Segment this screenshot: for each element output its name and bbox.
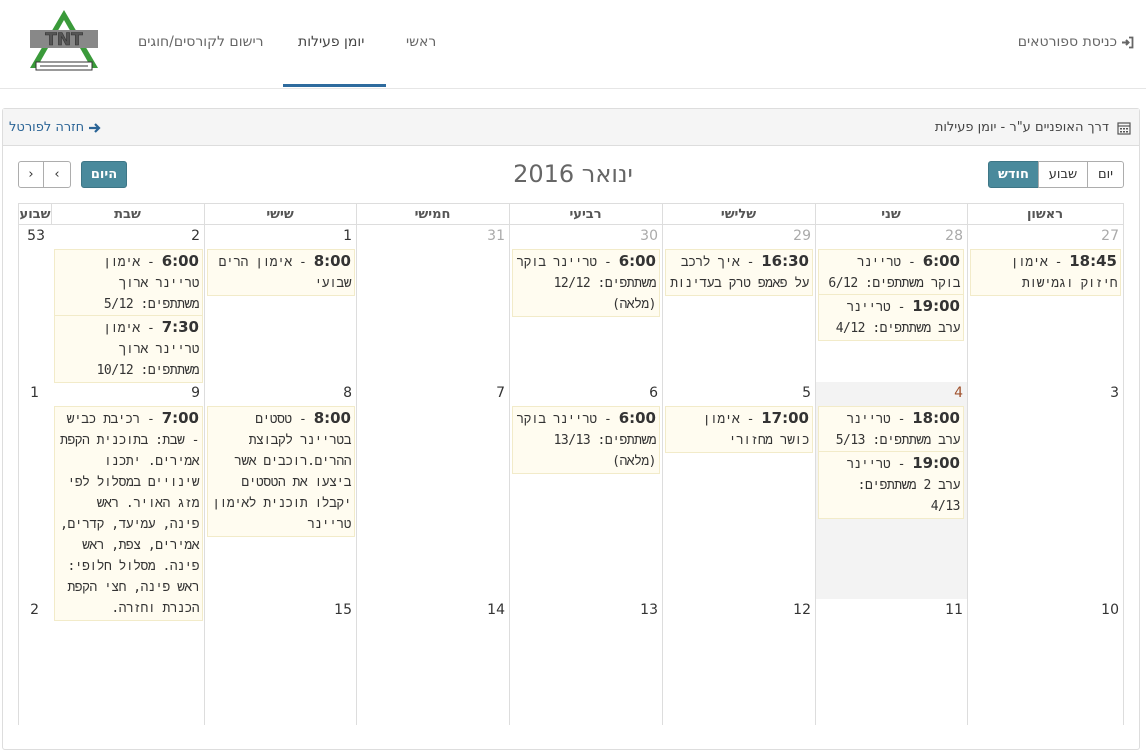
event-item[interactable]: 8:00 - אימון הרים שבועי [207, 249, 355, 296]
day-cell[interactable]: 11 [815, 599, 968, 725]
day-cell[interactable]: 10 [967, 599, 1124, 725]
tnt-logo-icon[interactable]: TNT [28, 8, 100, 78]
nav-courses[interactable]: רישום לקורסים/חוגים [138, 34, 264, 50]
nav-home[interactable]: ראשי [406, 34, 436, 50]
week-number: 2 [30, 602, 39, 618]
day-cell[interactable]: 14 [356, 599, 510, 725]
day-cell[interactable]: 12 [662, 599, 816, 725]
event-time: 16:30 [761, 252, 809, 270]
view-day-label: יום [1097, 167, 1114, 182]
day-number: 8 [343, 385, 352, 401]
event-item[interactable]: 7:00 - רכיבת כביש - שבת: בתוכנית הקפת אמ… [54, 406, 203, 621]
event-text: - טסטים בטריינר לקבוצת ההרים.רוכבים אשר … [212, 412, 351, 532]
col-header-monday: שני [815, 203, 968, 225]
event-item[interactable]: 18:45 - אימון חיזוק וגמישות [970, 249, 1121, 296]
event-item[interactable]: 16:30 - איך לרכב על פאמפ טרק בעדינות [665, 249, 813, 296]
event-item[interactable]: 19:00 - טריינר ערב משתתפים: 4/12 [818, 294, 964, 341]
back-to-portal-link[interactable]: חזרה לפורטל [9, 120, 101, 135]
panel-title: דרך האופניים ע"ר - יומן פעילות [935, 120, 1131, 135]
view-month-label: חודש [998, 167, 1029, 182]
event-time: 18:00 [912, 409, 960, 427]
event-item[interactable]: 18:00 - טריינר ערב משתתפים: 5/13 [818, 406, 964, 453]
day-number: 7 [496, 385, 505, 401]
view-week-button[interactable]: שבוע [1038, 161, 1088, 188]
col-header-thursday: חמישי [356, 203, 510, 225]
day-number: 10 [1101, 602, 1119, 618]
day-number: 6 [649, 385, 658, 401]
event-item[interactable]: 7:30 - אימון טריינר ארוך משתתפים: 10/12 [54, 315, 203, 383]
back-label: חזרה לפורטל [9, 120, 85, 135]
week-column-header: שבוע [18, 203, 52, 225]
event-time: 17:00 [761, 409, 809, 427]
sign-in-icon [1122, 36, 1134, 48]
svg-text:TNT: TNT [45, 30, 83, 50]
event-time: 7:00 [161, 409, 199, 427]
day-number: 9 [191, 385, 200, 401]
event-text: - רכיבת כביש - שבת: בתוכנית הקפת אמירים.… [60, 412, 199, 616]
day-number: 29 [793, 228, 811, 244]
day-cell[interactable]: 7 [356, 382, 510, 600]
day-number: 12 [793, 602, 811, 618]
week-number-cell: 1 [18, 382, 52, 600]
event-item[interactable]: 17:00 - אימון כושר מחזורי [665, 406, 813, 453]
day-number: 2 [191, 228, 200, 244]
week-number: 1 [30, 385, 39, 401]
view-day-button[interactable]: יום [1087, 161, 1124, 188]
event-item[interactable]: 6:00 - טריינר בוקר משתתפים: 12/12 (מלאה) [512, 249, 660, 317]
day-number: 28 [945, 228, 963, 244]
event-time: 6:00 [618, 409, 656, 427]
day-number: 31 [487, 228, 505, 244]
event-time: 6:00 [618, 252, 656, 270]
day-cell[interactable]: 31 [356, 225, 510, 383]
view-week-label: שבוע [1048, 167, 1078, 182]
col-header-saturday: שבת [51, 203, 205, 225]
event-time: 18:45 [1069, 252, 1117, 270]
event-time: 8:00 [313, 252, 351, 270]
day-number: 15 [334, 602, 352, 618]
col-header-friday: שישי [204, 203, 357, 225]
col-header-wednesday: רביעי [509, 203, 663, 225]
week-number-cell: 2 [18, 599, 52, 725]
panel-title-text: דרך האופניים ע"ר - יומן פעילות [934, 120, 1109, 135]
day-number: 13 [640, 602, 658, 618]
week-number: 53 [27, 228, 45, 244]
panel-header: דרך האופניים ע"ר - יומן פעילות חזרה לפור… [3, 109, 1139, 146]
event-item[interactable]: 8:00 - טסטים בטריינר לקבוצת ההרים.רוכבים… [207, 406, 355, 537]
week-number-cell: 53 [18, 225, 52, 383]
event-time: 6:00 [922, 252, 960, 270]
arrow-right-icon [89, 122, 101, 133]
event-item[interactable]: 6:00 - טריינר בוקר משתתפים: 6/12 [818, 249, 964, 296]
view-month-button[interactable]: חודש [988, 161, 1039, 188]
day-number: 27 [1101, 228, 1119, 244]
day-number: 4 [954, 385, 963, 401]
login-label: כניסת ספורטאים [1017, 34, 1117, 50]
event-item[interactable]: 19:00 - טריינר ערב 2 משתתפים: 4/13 [818, 451, 964, 519]
calendar-icon [1117, 121, 1131, 135]
active-tab-underline [283, 84, 386, 87]
event-time: 19:00 [912, 297, 960, 315]
day-number: 14 [487, 602, 505, 618]
col-header-sunday: ראשון [967, 203, 1124, 225]
event-time: 7:30 [161, 318, 199, 336]
event-item[interactable]: 6:00 - אימון טריינר ארוך משתתפים: 5/12 [54, 249, 203, 317]
event-time: 19:00 [912, 454, 960, 472]
login-link[interactable]: כניסת ספורטאים [1018, 34, 1134, 50]
day-number: 3 [1110, 385, 1119, 401]
day-cell[interactable]: 3 [967, 382, 1124, 600]
day-cell[interactable]: 13 [509, 599, 663, 725]
day-cell[interactable]: 15 [204, 599, 357, 725]
event-item[interactable]: 6:00 - טריינר בוקר משתתפים: 13/13 (מלאה) [512, 406, 660, 474]
day-number: 5 [802, 385, 811, 401]
calendar-title: ינואר 2016 [513, 160, 633, 188]
event-time: 6:00 [161, 252, 199, 270]
day-number: 1 [343, 228, 352, 244]
nav-activity-log[interactable]: יומן פעילות [298, 34, 364, 50]
event-time: 8:00 [313, 409, 351, 427]
col-header-tuesday: שלישי [662, 203, 816, 225]
top-navbar: TNT רישום לקורסים/חוגים יומן פעילות ראשי… [0, 0, 1146, 89]
day-number: 30 [640, 228, 658, 244]
day-number: 11 [945, 602, 963, 618]
